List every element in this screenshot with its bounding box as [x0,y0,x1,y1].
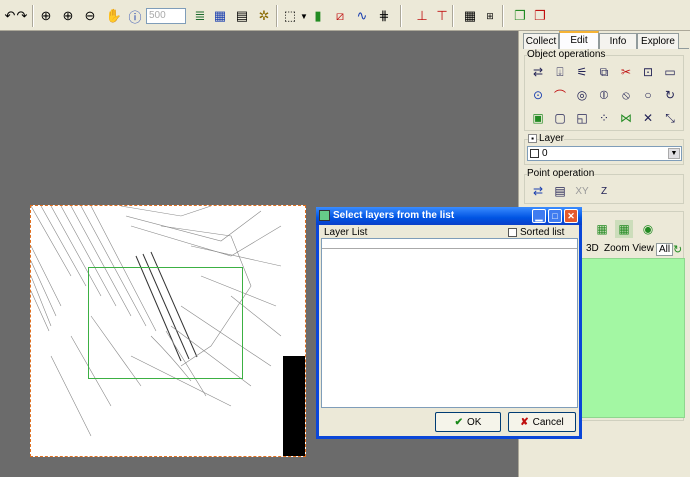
layer-dropdown-value: 0 [542,148,548,159]
layer-color-swatch [530,149,539,158]
zoom-view-tab[interactable]: Zoom View [604,243,654,254]
curve-icon[interactable]: ∿ [352,6,372,26]
toolbar-separator [276,5,278,27]
intersect-icon[interactable]: ⦶ [595,86,613,104]
swap-points-icon[interactable]: ⇄ [529,182,547,200]
layer-list[interactable] [321,238,578,408]
polygon-icon[interactable]: ◱ [573,109,591,127]
break-icon[interactable]: ⧉ [595,63,613,81]
frame-icon[interactable]: ▢ [551,109,569,127]
paste-icon[interactable]: ❐ [530,6,550,26]
tools-icon[interactable]: ✲ [254,6,274,26]
tab-info[interactable]: Info [599,33,637,49]
sorted-list-checkbox[interactable] [508,228,517,237]
offset-icon[interactable]: ⊤ [432,6,452,26]
toolbar-separator [32,5,34,27]
circle-icon[interactable]: ○ [639,86,657,104]
scale-input[interactable]: 500 [146,8,186,24]
toolbar-separator [452,5,454,27]
table-icon[interactable]: ▦ [210,6,230,26]
z-button[interactable]: Z [595,182,613,200]
layer-list-header [322,239,577,249]
main-toolbar: ↶ ↷ ⊕ ⊕ ⊖ ✋ ⓘ 500 ≣ ▦ ▤ ✲ ⬚ ▼ ▮ ⧄ ∿ ⋕ ⊥ … [0,0,690,31]
traffic-light-icon[interactable]: ▮ [308,6,328,26]
refresh-icon[interactable]: ↻ [673,243,682,256]
overlap-icon[interactable]: ◎ [573,86,591,104]
zoom-view-rectangle[interactable] [88,267,243,379]
measure-icon[interactable]: ⊥ [412,6,432,26]
toolbar-separator [502,5,504,27]
cancel-button-label: Cancel [532,416,564,428]
panel-tabs: Collect Edit Info Explore [523,31,689,50]
ok-button[interactable]: ✔ OK [435,412,501,432]
dots-icon[interactable]: ⁘ [595,109,613,127]
move-point-icon[interactable]: ⍗ [551,63,569,81]
cut-line-icon[interactable]: ⚟ [573,63,591,81]
cancel-button[interactable]: ✘ Cancel [508,412,576,432]
object-operations-label: Object operations [527,49,606,60]
sorted-list-label: Sorted list [520,227,565,238]
union-icon[interactable]: ⦸ [617,86,635,104]
grid-icon[interactable]: ▦ [593,220,611,238]
tab-collect[interactable]: Collect [523,33,559,49]
tab-explore[interactable]: Explore [637,33,679,49]
cross-hatch-icon[interactable]: ⋈ [617,109,635,127]
snap-icon[interactable]: ▣ [529,109,547,127]
app-icon [319,210,330,221]
check-icon: ✔ [454,416,463,428]
segment-icon[interactable]: ▭ [661,63,679,81]
xy-button[interactable]: XY [573,182,591,200]
zoom-in-icon[interactable]: ⊕ [58,6,78,26]
all-tab[interactable]: All [656,243,674,256]
zoom-out-icon[interactable]: ⊖ [80,6,100,26]
rotate-icon[interactable]: ⊙ [529,86,547,104]
redo-icon[interactable]: ↷ [12,6,32,26]
chevron-down-icon[interactable]: ▼ [668,148,680,159]
center-icon[interactable]: ⊡ [639,63,657,81]
layer-dropdown[interactable]: 0 ▼ [527,146,682,161]
layer-list-label: Layer List [324,227,368,238]
eraser-icon[interactable]: ⤡ [661,109,679,127]
select-layers-dialog: Select layers from the list ▁ □ ✕ Layer … [316,207,582,439]
globe-icon[interactable]: ◉ [639,220,657,238]
point-operation-label: Point operation [527,168,595,179]
hatch-icon[interactable]: ⋕ [374,6,394,26]
swap-icon[interactable]: ⇄ [529,63,547,81]
scissors-icon[interactable]: ✂ [617,63,635,81]
ok-button-label: OK [466,416,482,428]
tab-edit[interactable]: Edit [559,31,599,50]
calculator-icon[interactable]: ▦ [460,6,480,26]
copy-icon[interactable]: ❐ [510,6,530,26]
x-icon: ✘ [520,416,529,428]
minimize-button[interactable]: ▁ [532,209,546,223]
dialog-title-text: Select layers from the list [333,210,455,221]
arc-icon[interactable]: ⌒ [551,86,569,104]
dialog-title: Select layers from the list ▁ □ ✕ [316,207,582,225]
zoom-grid-icon[interactable]: ▦ [615,220,633,238]
point-table-icon[interactable]: ▤ [551,182,569,200]
zoom-view-area[interactable] [580,258,685,418]
draw-line-icon[interactable]: ⧄ [330,6,350,26]
layer-label: Layer [539,133,565,144]
zoom-window-icon[interactable]: ⊕ [36,6,56,26]
cross-icon[interactable]: ✕ [639,109,657,127]
info-icon[interactable]: ⓘ [125,6,145,26]
close-button[interactable]: ✕ [564,209,578,223]
properties-icon[interactable]: ▤ [232,6,252,26]
layer-collapse-button[interactable]: ▪ [528,134,537,143]
maximize-button[interactable]: □ [548,209,562,223]
toolbar-separator [400,5,402,27]
layers-icon[interactable]: ≣ [190,6,210,26]
view-3d-tab[interactable]: 3D [586,243,599,254]
rotate-object-icon[interactable]: ↻ [661,86,679,104]
coordinates-icon[interactable]: ⊞ [480,6,500,26]
map-sheet[interactable] [30,205,306,457]
black-edge [283,356,305,456]
pan-hand-icon[interactable]: ✋ [104,6,124,26]
